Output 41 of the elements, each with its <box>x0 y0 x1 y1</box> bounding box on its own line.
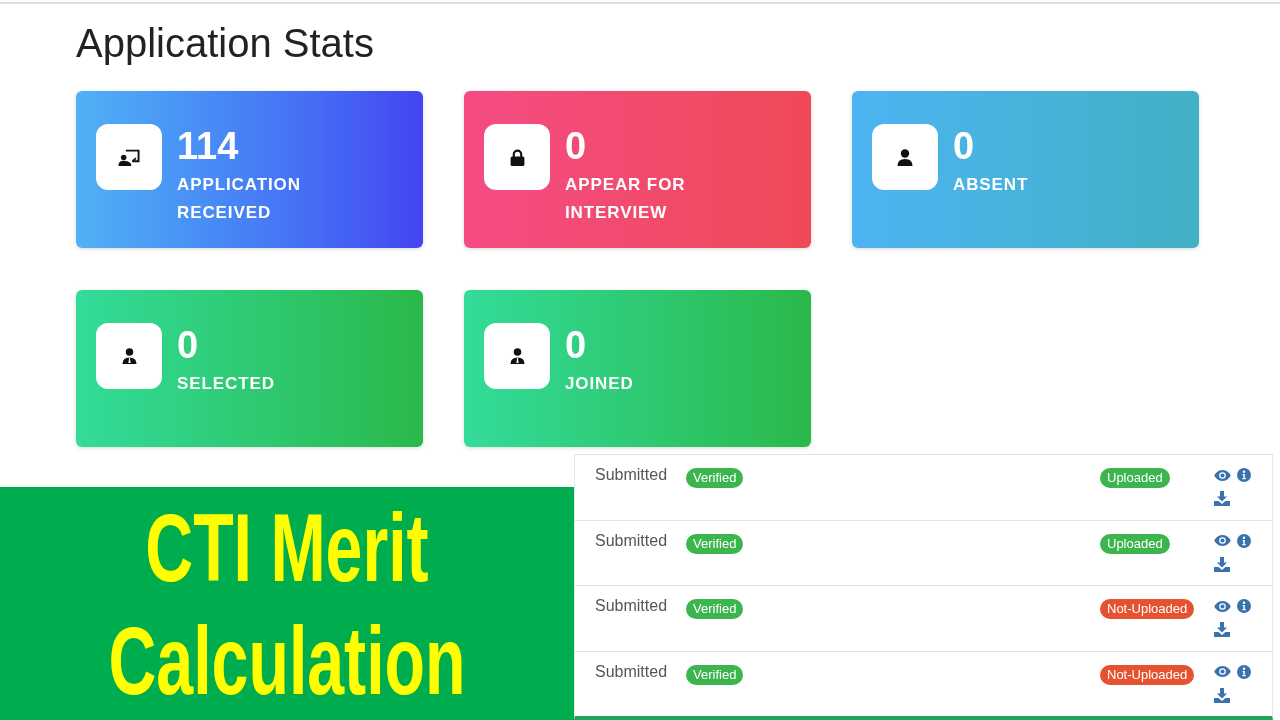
stat-label: SELECTED <box>177 373 275 395</box>
stat-label: JOINED <box>565 373 634 395</box>
page-title: Application Stats <box>76 20 374 67</box>
stat-value: 0 <box>177 325 199 365</box>
banner-title: CTI Merit Calculation <box>107 493 467 716</box>
stat-value: 0 <box>953 126 975 166</box>
download-icon[interactable] <box>1214 556 1230 572</box>
eye-icon[interactable] <box>1214 666 1231 677</box>
table-cell-text: Submitted <box>595 530 669 551</box>
user-tie-icon <box>121 348 137 364</box>
eye-icon[interactable] <box>1214 535 1231 546</box>
download-icon[interactable] <box>1214 622 1230 637</box>
eye-icon[interactable] <box>1214 469 1231 481</box>
table-cell-text: Submitted <box>595 465 669 485</box>
eye-icon[interactable] <box>1214 600 1231 612</box>
teacher-board-icon <box>118 148 140 166</box>
status-badge: Not-Uploaded <box>1100 664 1195 685</box>
stat-value: 114 <box>177 126 239 166</box>
stat-label: APPLICATION RECEIVED <box>177 174 302 224</box>
download-icon[interactable] <box>1214 491 1230 506</box>
status-badge: Verified <box>686 468 744 488</box>
download-icon[interactable] <box>1214 687 1230 703</box>
user-tie-icon <box>509 348 525 364</box>
stat-value: 0 <box>565 325 587 365</box>
stat-value: 0 <box>565 126 587 166</box>
info-icon[interactable] <box>1237 533 1251 548</box>
user-icon <box>897 148 913 166</box>
stat-label: ABSENT <box>953 174 1029 196</box>
status-badge: Uploaded <box>1100 468 1170 488</box>
stat-label: APPEAR FOR INTERVIEW <box>565 174 687 224</box>
status-badge: Verified <box>686 599 744 619</box>
table-cell-text: Submitted <box>595 661 669 682</box>
status-badge: Not-Uploaded <box>1100 599 1195 619</box>
table-cell-text: Submitted <box>595 596 669 616</box>
info-icon[interactable] <box>1237 599 1251 613</box>
status-badge: Verified <box>686 664 744 685</box>
info-icon[interactable] <box>1237 468 1251 482</box>
status-badge: Verified <box>686 533 744 554</box>
status-badge: Uploaded <box>1100 533 1170 554</box>
info-icon[interactable] <box>1237 664 1251 679</box>
lock-icon <box>509 148 525 166</box>
